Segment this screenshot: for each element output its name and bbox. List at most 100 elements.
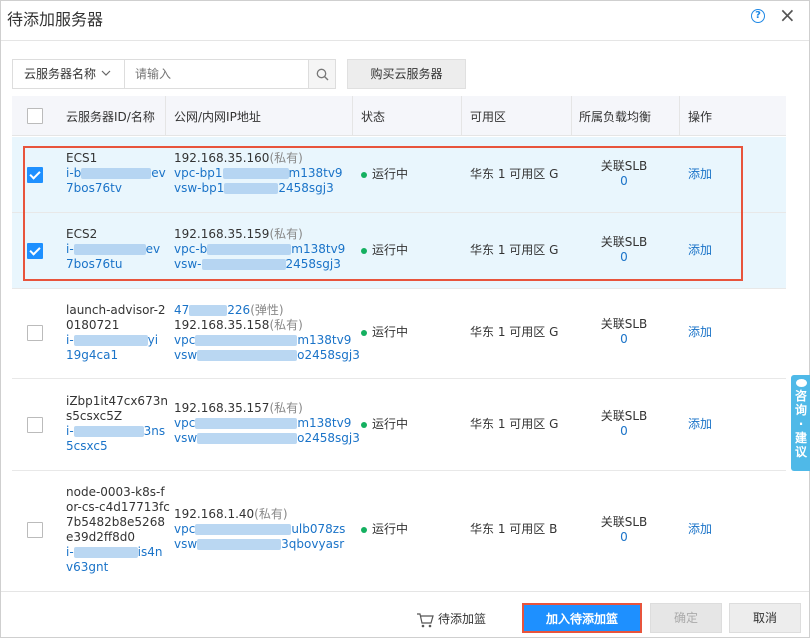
column-header-zone: 可用区 (470, 110, 507, 124)
server-name-cont: s5csxc5Z (66, 409, 123, 423)
row-checkbox[interactable] (27, 243, 43, 259)
server-id-link-cont[interactable]: 5csxc5 (66, 439, 168, 454)
server-name: launch-advisor-2 (66, 303, 166, 317)
vpc-link[interactable]: vpc m138tv9 (174, 416, 360, 431)
vpc-link[interactable]: vpc-b m138tv9 (174, 242, 345, 257)
status-running: 运行中 (361, 167, 408, 182)
slb-count-link[interactable]: 0 (594, 332, 654, 347)
search-input[interactable] (124, 59, 309, 89)
slb-info: 关联SLB 0 (594, 235, 654, 265)
server-name: node-0003-k8s-f (66, 485, 165, 499)
cancel-button[interactable]: 取消 (729, 603, 801, 633)
column-header-ip: 公网/内网IP地址 (174, 110, 261, 124)
server-id-link[interactable]: i-yi (66, 333, 166, 348)
zone: 华东 1 可用区 G (470, 167, 559, 181)
table-row: node-0003-k8s-f or-cs-c4d17713fc 7b5482b… (12, 471, 786, 591)
table-row: iZbp1it47cx673n s5csxc5Z i- 3ns 5csxc5 19… (12, 379, 786, 471)
row-checkbox[interactable] (27, 417, 43, 433)
row-checkbox[interactable] (27, 325, 43, 341)
private-ip: 192.168.35.159(私有) (174, 227, 303, 241)
status-running: 运行中 (361, 243, 408, 258)
server-name-cont: or-cs-c4d17713fc (66, 500, 170, 514)
table-row: launch-advisor-2 0180721 i-yi 19g4ca1 47… (12, 289, 786, 379)
slb-info: 关联SLB 0 (594, 159, 654, 189)
vpc-link[interactable]: vpc-bp1 m138tv9 (174, 166, 343, 181)
server-name: iZbp1it47cx673n (66, 394, 168, 408)
public-ip: 47 226(弹性) (174, 303, 284, 317)
zone: 华东 1 可用区 G (470, 243, 559, 257)
close-icon[interactable]: × (779, 5, 796, 25)
column-header-status: 状态 (361, 110, 386, 124)
vpc-link[interactable]: vpc ulb078zs (174, 522, 345, 537)
server-id-link-cont[interactable]: 19g4ca1 (66, 348, 166, 363)
cart-icon (417, 612, 434, 627)
server-name-cont: 0180721 (66, 318, 120, 332)
status-dot-icon (361, 329, 367, 336)
dialog-title: 待添加服务器 (7, 10, 104, 29)
slb-count-link[interactable]: 0 (594, 174, 654, 189)
zone: 华东 1 可用区 G (470, 325, 559, 339)
dialog-header: 待添加服务器 ? × (1, 1, 809, 41)
slb-count-link[interactable]: 0 (594, 424, 654, 439)
private-ip: 192.168.1.40(私有) (174, 507, 288, 521)
zone: 华东 1 可用区 G (470, 417, 559, 431)
vswitch-link[interactable]: vsw 3qbovyasr (174, 537, 345, 552)
status-dot-icon (361, 171, 367, 178)
select-all-checkbox[interactable] (27, 108, 43, 124)
confirm-button[interactable]: 确定 (650, 603, 722, 633)
feedback-side-tab[interactable]: 咨 询 · 建 议 (791, 375, 810, 471)
table-row: ECS2 i-ev 7bos76tu 192.168.35.159(私有) vp… (12, 213, 786, 289)
column-header-id: 云服务器ID/名称 (66, 110, 155, 124)
help-icon[interactable]: ? (751, 9, 765, 23)
server-name: ECS2 (66, 227, 98, 241)
chat-bubble-icon (795, 379, 807, 387)
status-dot-icon (361, 247, 367, 254)
add-link[interactable]: 添加 (688, 522, 712, 537)
vswitch-link[interactable]: vsw o2458sgj3 (174, 348, 360, 363)
status-dot-icon (361, 526, 367, 533)
slb-info: 关联SLB 0 (594, 317, 654, 347)
column-header-slb: 所属负载均衡 (579, 110, 652, 124)
server-id-link-cont[interactable]: v63gnt (66, 560, 170, 575)
private-ip: 192.168.35.158(私有) (174, 318, 303, 332)
server-id-link[interactable]: i- 3ns (66, 424, 168, 439)
slb-count-link[interactable]: 0 (594, 530, 654, 545)
vswitch-link[interactable]: vsw-bp1 2458sgj3 (174, 181, 343, 196)
private-ip: 192.168.35.160(私有) (174, 151, 303, 165)
table-row: ECS1 i-b ev 7bos76tv 192.168.35.160(私有) v… (12, 137, 786, 213)
chevron-down-icon (101, 60, 111, 99)
column-header-action: 操作 (688, 110, 713, 124)
server-id-link[interactable]: i-b ev (66, 166, 166, 181)
add-link[interactable]: 添加 (688, 243, 712, 258)
row-checkbox[interactable] (27, 522, 43, 538)
server-id-link-cont[interactable]: 7bos76tu (66, 257, 160, 272)
add-link[interactable]: 添加 (688, 325, 712, 340)
search-type-label: 云服务器名称 (24, 67, 97, 81)
status-running: 运行中 (361, 325, 408, 340)
search-button[interactable] (308, 59, 336, 89)
vpc-link[interactable]: vpc m138tv9 (174, 333, 360, 348)
status-dot-icon (361, 421, 367, 428)
status-running: 运行中 (361, 522, 408, 537)
add-to-cart-button[interactable]: 加入待添加篮 (522, 603, 642, 633)
status-running: 运行中 (361, 417, 408, 432)
vswitch-link[interactable]: vsw o2458sgj3 (174, 431, 360, 446)
server-id-link-cont[interactable]: 7bos76tv (66, 181, 166, 196)
pending-cart-button[interactable]: 待添加篮 (416, 610, 486, 628)
server-id-link[interactable]: i-ev (66, 242, 160, 257)
search-icon (316, 68, 329, 81)
add-link[interactable]: 添加 (688, 417, 712, 432)
server-name: ECS1 (66, 151, 98, 165)
slb-count-link[interactable]: 0 (594, 250, 654, 265)
add-server-dialog: 待添加服务器 ? × 云服务器名称 购买云服务器 云服务器ID/名称 公网/内网… (0, 0, 810, 638)
add-link[interactable]: 添加 (688, 167, 712, 182)
row-checkbox[interactable] (27, 167, 43, 183)
server-name-cont: 7b5482b8e5268 (66, 515, 165, 529)
server-name-cont: e39d2ff8d0 (66, 530, 136, 544)
server-id-link[interactable]: i-is4n (66, 545, 170, 560)
search-type-select[interactable]: 云服务器名称 (12, 59, 124, 89)
slb-info: 关联SLB 0 (594, 409, 654, 439)
vswitch-link[interactable]: vsw- 2458sgj3 (174, 257, 345, 272)
dialog-footer: 待添加篮 加入待添加篮 确定 取消 (1, 591, 809, 637)
buy-ecs-button[interactable]: 购买云服务器 (347, 59, 466, 89)
